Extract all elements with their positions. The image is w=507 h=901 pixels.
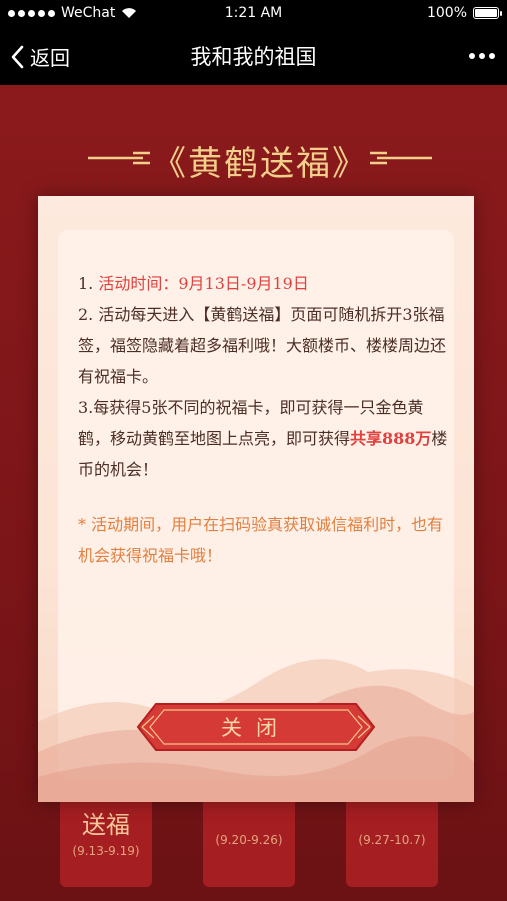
back-button[interactable]: 返回 bbox=[10, 42, 70, 71]
nav-bar: 返回 我和我的祖国 bbox=[0, 27, 507, 85]
banner-right-ornament bbox=[370, 151, 432, 165]
chevron-left-icon bbox=[11, 45, 24, 68]
stage-cards: 送福 (9.13-9.19) (9.20-9.26) (9.27-10.7) bbox=[60, 797, 460, 887]
stage-card[interactable]: 送福 (9.13-9.19) bbox=[60, 797, 152, 887]
event-banner: 《黄鹤送福》 bbox=[88, 135, 432, 185]
status-bar: WeChat 1:21 AM 100% bbox=[0, 0, 507, 27]
rule-3: 3.每获得5张不同的祝福卡，即可获得一只金色黄鹤，移动黄鹤至地图上点亮，即可获得… bbox=[78, 392, 448, 485]
stage-card[interactable]: (9.20-9.26) bbox=[203, 797, 295, 887]
battery-icon bbox=[473, 7, 502, 19]
page-title: 我和我的祖国 bbox=[190, 45, 317, 69]
rule-1: 1. 活动时间：9月13日-9月19日 bbox=[78, 268, 448, 299]
rule-1-label: 活动时间： bbox=[98, 274, 179, 293]
stage-card-title: 送福 bbox=[82, 811, 130, 839]
close-button[interactable]: 关闭 bbox=[136, 702, 376, 752]
rules-text: 1. 活动时间：9月13日-9月19日 2. 活动每天进入【黄鹤送福】页面可随机… bbox=[78, 268, 448, 571]
back-label: 返回 bbox=[30, 46, 70, 70]
banner-title: 《黄鹤送福》 bbox=[152, 143, 368, 184]
rule-3-highlight: 共享888万 bbox=[350, 429, 432, 448]
rule-1-dates: 9月13日-9月19日 bbox=[178, 274, 309, 293]
rule-2: 2. 活动每天进入【黄鹤送福】页面可随机拆开3张福签，福签隐藏着超多福利哦！大额… bbox=[78, 305, 447, 386]
battery-percent: 100% bbox=[426, 5, 467, 21]
rules-note: * 活动期间，用户在扫码验真获取诚信福利时，也有机会获得祝福卡哦！ bbox=[78, 515, 444, 565]
stage-card[interactable]: (9.27-10.7) bbox=[346, 797, 438, 887]
banner-left-ornament bbox=[88, 151, 150, 165]
rule-1-number: 1. bbox=[78, 274, 94, 293]
stage-card-dates: (9.20-9.26) bbox=[215, 833, 283, 847]
close-button-label: 关闭 bbox=[221, 716, 291, 740]
rules-modal: 1. 活动时间：9月13日-9月19日 2. 活动每天进入【黄鹤送福】页面可随机… bbox=[38, 196, 474, 802]
stage-card-dates: (9.13-9.19) bbox=[72, 844, 140, 858]
more-button[interactable] bbox=[469, 53, 495, 59]
stage-card-dates: (9.27-10.7) bbox=[358, 833, 426, 847]
status-right: 100% bbox=[426, 5, 502, 21]
